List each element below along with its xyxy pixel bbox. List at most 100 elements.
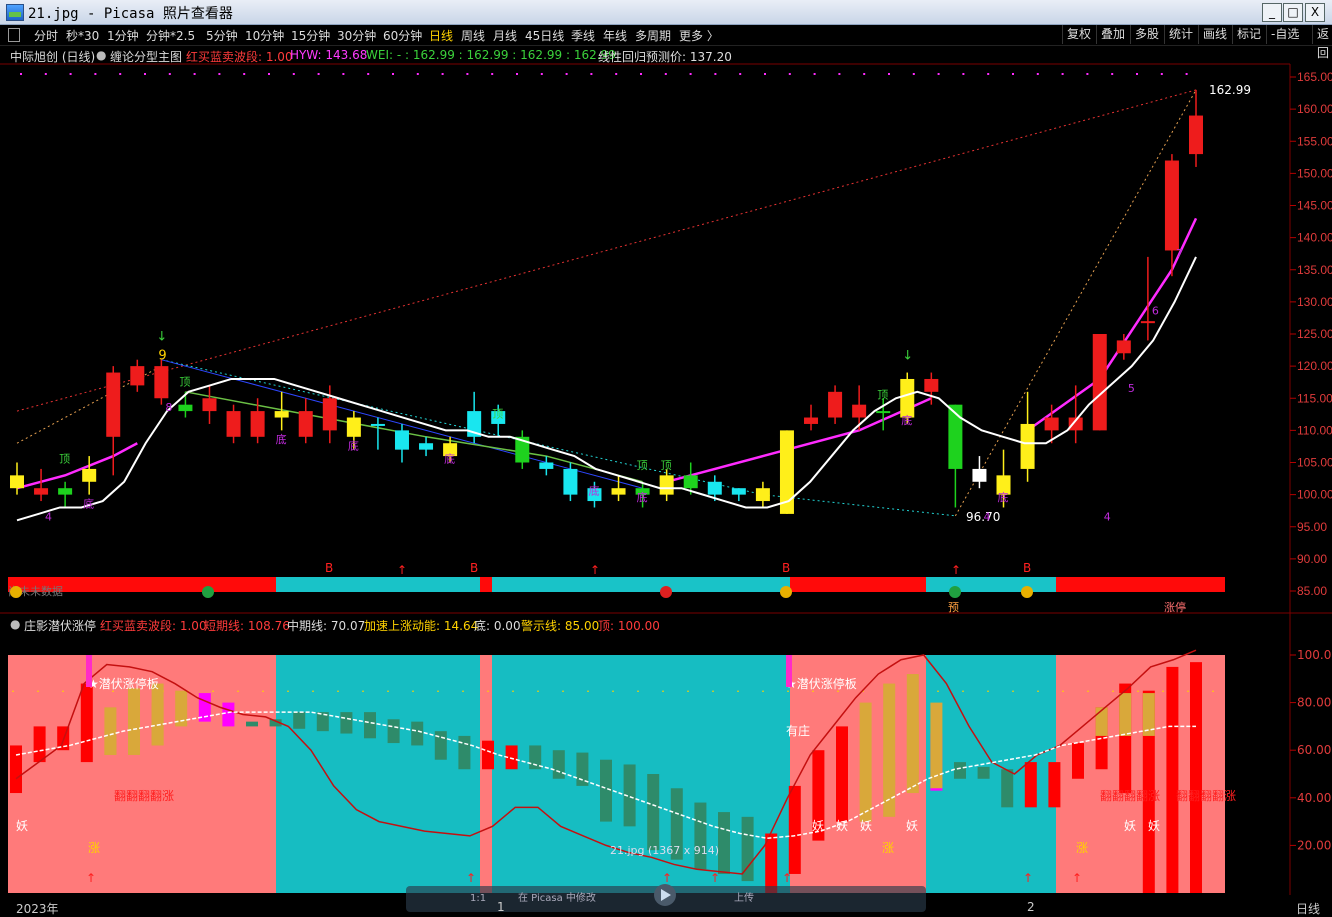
signal-bar-segment xyxy=(926,577,1056,592)
warning-line-dot xyxy=(962,690,964,692)
sub-background-band xyxy=(1056,655,1225,893)
sub-gold-bar xyxy=(883,762,896,817)
panel-toggle-icon[interactable] xyxy=(8,28,20,42)
sub-histogram-bar xyxy=(788,785,801,874)
toolbar-button[interactable]: 多股 xyxy=(1130,25,1163,44)
main-indicator-header: 中际旭创 (日线) ● 缠论分型主图 红买蓝卖波段: 1.00 HYW: 143… xyxy=(0,46,1290,64)
warning-line-dot xyxy=(1162,690,1164,692)
sub-histogram-bar xyxy=(1190,662,1202,893)
sub-histogram-bar xyxy=(33,726,46,763)
price-tick-label: 110.00 xyxy=(1297,423,1332,437)
candle-body xyxy=(779,430,794,514)
ding-label: 顶 xyxy=(637,459,648,472)
marker-dot xyxy=(292,73,295,75)
period-tab[interactable]: 30分钟 xyxy=(337,27,376,44)
period-tab[interactable]: 秒*30 xyxy=(66,27,99,44)
qianfu-label-1: ★潜伏涨停板 xyxy=(88,676,159,691)
di-label: 底 xyxy=(998,490,1009,504)
candle-body xyxy=(563,468,578,495)
indicator-value-1: 红买蓝卖波段: 1.00 xyxy=(186,50,293,64)
sub-tick-label: 80.00 xyxy=(1297,696,1331,710)
sub-histogram-bar xyxy=(859,702,872,798)
toolbar-button[interactable]: 画线 xyxy=(1198,25,1231,44)
play-icon xyxy=(661,889,671,901)
close-button[interactable]: X xyxy=(1305,3,1325,22)
period-tab[interactable]: 分钟*2.5 xyxy=(146,27,195,44)
zhangting-label: 涨停 xyxy=(1164,600,1186,614)
down-arrow-icon: ↓ xyxy=(902,349,913,364)
period-tab[interactable]: 10分钟 xyxy=(245,27,284,44)
toolbar-button[interactable]: 返回 xyxy=(1312,25,1332,60)
period-tab[interactable]: 60分钟 xyxy=(383,27,422,44)
toolbar-button[interactable]: 复权 xyxy=(1062,25,1095,44)
warning-line-dot xyxy=(937,690,939,692)
sub-gold-bar xyxy=(104,735,117,755)
sub-value-5: 底: 0.00 xyxy=(474,619,521,633)
period-tab[interactable]: 1分钟 xyxy=(107,27,139,44)
period-tab[interactable]: 多周期 xyxy=(635,27,671,44)
warning-line-dot xyxy=(62,690,64,692)
picasa-play-button xyxy=(654,884,676,906)
candle-body xyxy=(202,398,217,412)
price-tick-label: 145.00 xyxy=(1297,199,1332,213)
marker-dot xyxy=(1111,73,1114,75)
sub-value-2: 短期线: 108.76 xyxy=(204,619,290,633)
sub-histogram-bar xyxy=(269,719,282,727)
signal-bar-segment xyxy=(1056,577,1225,592)
candle-body xyxy=(419,443,434,450)
period-tab[interactable]: 更多 〉 xyxy=(679,27,719,44)
price-tick-label: 135.00 xyxy=(1297,263,1332,277)
sub-value-1: 红买蓝卖波段: 1.00 xyxy=(100,619,207,633)
toolbar-button[interactable]: -自选 xyxy=(1266,25,1303,44)
candle-body xyxy=(1140,321,1155,324)
candle-body xyxy=(370,423,385,426)
sub-histogram-bar xyxy=(883,683,896,786)
sub-up-arrow-icon: ↑ xyxy=(1023,871,1033,885)
di-label: 底 xyxy=(348,439,359,453)
period-tab[interactable]: 日线 xyxy=(429,27,453,44)
sub-histogram-bar xyxy=(364,712,376,739)
candle-body xyxy=(972,468,987,482)
sub-background-band xyxy=(276,655,480,893)
period-tab[interactable]: 季线 xyxy=(571,27,595,44)
warning-line-dot xyxy=(787,690,789,692)
settings-icon[interactable]: ● xyxy=(96,48,106,62)
period-tab[interactable]: 年线 xyxy=(603,27,627,44)
bi-line-green xyxy=(185,391,643,483)
indicator-name[interactable]: 缠论分型主图 xyxy=(110,48,182,65)
candle-body xyxy=(587,488,602,502)
marker-dot xyxy=(813,73,816,75)
candle-body xyxy=(154,366,169,399)
warning-line-dot xyxy=(387,690,389,692)
period-tab[interactable]: 45日线 xyxy=(525,27,564,44)
sub-settings-icon[interactable]: ● xyxy=(10,617,20,631)
period-tab[interactable]: 5分钟 xyxy=(206,27,238,44)
wave-number: 8 xyxy=(165,401,172,414)
period-tab[interactable]: 周线 xyxy=(461,27,485,44)
buy-signal-b: B xyxy=(1023,561,1031,575)
cisi-label: 翻翻翻翻涨 xyxy=(1100,788,1160,803)
toolbar-button[interactable]: 统计 xyxy=(1164,25,1197,44)
period-tab[interactable]: 月线 xyxy=(493,27,517,44)
warning-line-dot xyxy=(37,690,39,692)
toolbar-button[interactable]: 叠加 xyxy=(1096,25,1129,44)
warning-line-dot xyxy=(312,690,314,692)
period-tab[interactable]: 15分钟 xyxy=(291,27,330,44)
buy-signal-b: B xyxy=(782,561,790,575)
marker-dot xyxy=(888,73,890,75)
warning-line-dot xyxy=(237,690,239,692)
sub-gold-bar xyxy=(859,778,872,822)
minimize-button[interactable]: _ xyxy=(1262,3,1282,22)
sub-histogram-bar xyxy=(670,788,683,860)
sub-indicator-name[interactable]: 庄影潜伏涨停 xyxy=(24,617,96,634)
warning-line-dot xyxy=(887,690,889,692)
di-label: 底 xyxy=(637,490,648,504)
qianfu-label-2: ★潜伏涨停板 xyxy=(786,676,857,691)
marker-dot xyxy=(863,73,866,75)
signal-coin-icon xyxy=(202,586,214,598)
period-tab[interactable]: 分时 xyxy=(34,27,58,44)
toolbar-button[interactable]: 标记 xyxy=(1232,25,1265,44)
price-tick-label: 105.00 xyxy=(1297,456,1332,470)
marker-dot xyxy=(987,73,990,75)
maximize-button[interactable]: □ xyxy=(1283,3,1303,22)
